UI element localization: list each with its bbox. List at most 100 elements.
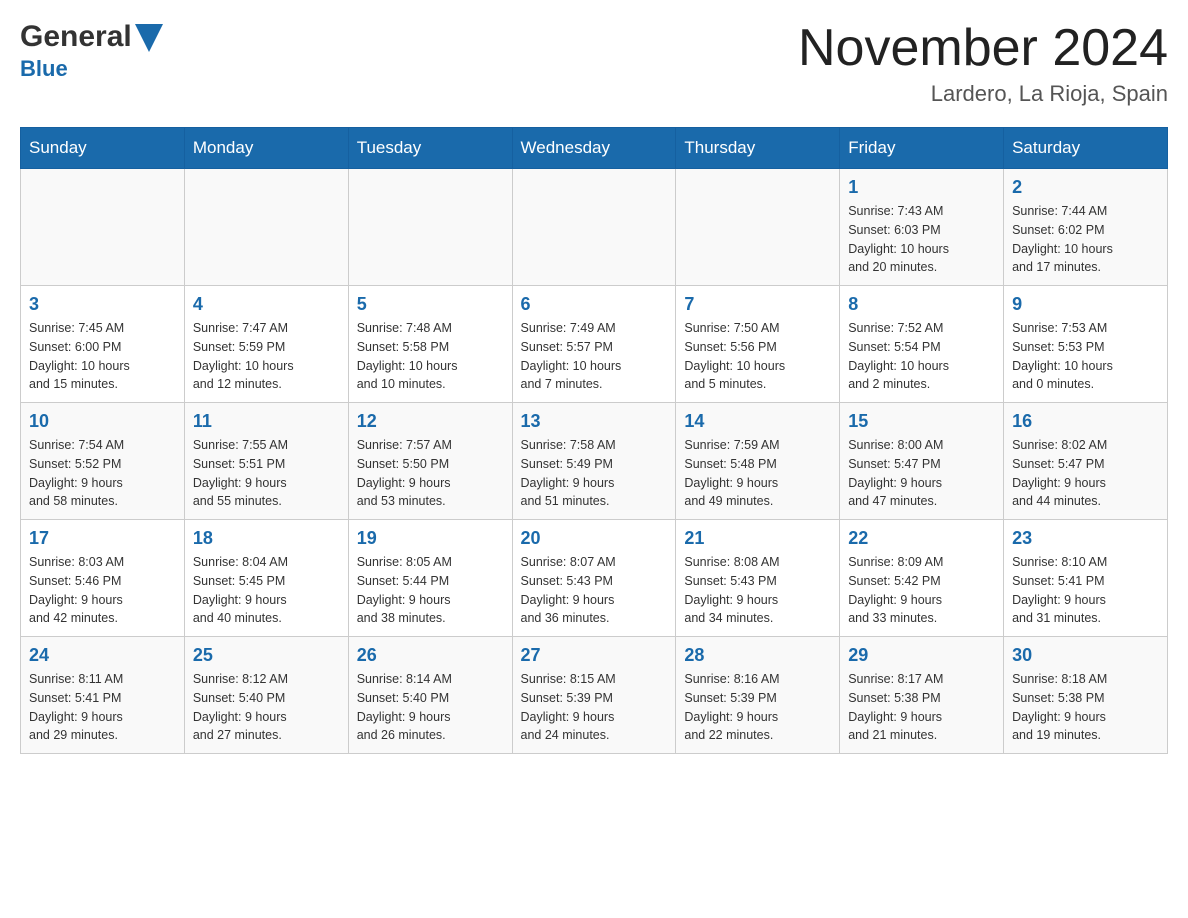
day-info: Sunrise: 8:17 AM Sunset: 5:38 PM Dayligh… bbox=[848, 670, 995, 745]
day-number: 19 bbox=[357, 528, 504, 549]
header-tuesday: Tuesday bbox=[348, 128, 512, 169]
day-info: Sunrise: 8:00 AM Sunset: 5:47 PM Dayligh… bbox=[848, 436, 995, 511]
day-info: Sunrise: 7:59 AM Sunset: 5:48 PM Dayligh… bbox=[684, 436, 831, 511]
calendar-day-cell: 2Sunrise: 7:44 AM Sunset: 6:02 PM Daylig… bbox=[1004, 169, 1168, 286]
day-number: 9 bbox=[1012, 294, 1159, 315]
calendar-day-cell: 13Sunrise: 7:58 AM Sunset: 5:49 PM Dayli… bbox=[512, 403, 676, 520]
calendar-day-cell: 5 Sunrise: 7:48 AM Sunset: 5:58 PM Daylig… bbox=[348, 286, 512, 403]
day-info: Sunrise: 8:14 AM Sunset: 5:40 PM Dayligh… bbox=[357, 670, 504, 745]
day-info: Sunrise: 8:09 AM Sunset: 5:42 PM Dayligh… bbox=[848, 553, 995, 628]
logo-blue-text: Blue bbox=[20, 56, 68, 82]
logo-general-text: General bbox=[20, 20, 132, 54]
day-info: Sunrise: 8:16 AM Sunset: 5:39 PM Dayligh… bbox=[684, 670, 831, 745]
calendar-week-row: 24 Sunrise: 8:11 AM Sunset: 5:41 PM Dayli… bbox=[21, 637, 1168, 754]
calendar-day-cell: 30Sunrise: 8:18 AM Sunset: 5:38 PM Dayli… bbox=[1004, 637, 1168, 754]
calendar-day-cell: 27Sunrise: 8:15 AM Sunset: 5:39 PM Dayli… bbox=[512, 637, 676, 754]
day-number: 28 bbox=[684, 645, 831, 666]
calendar-day-cell: 22 Sunrise: 8:09 AM Sunset: 5:42 PM Dayli… bbox=[840, 520, 1004, 637]
calendar-day-cell: 3Sunrise: 7:45 AM Sunset: 6:00 PM Daylig… bbox=[21, 286, 185, 403]
day-info: Sunrise: 8:12 AM Sunset: 5:40 PM Dayligh… bbox=[193, 670, 340, 745]
calendar-day-cell: 26 Sunrise: 8:14 AM Sunset: 5:40 PM Dayli… bbox=[348, 637, 512, 754]
logo-triangle-icon bbox=[135, 24, 163, 52]
title-section: November 2024 Lardero, La Rioja, Spain bbox=[798, 20, 1168, 107]
day-info: Sunrise: 8:08 AM Sunset: 5:43 PM Dayligh… bbox=[684, 553, 831, 628]
header-friday: Friday bbox=[840, 128, 1004, 169]
day-info: Sunrise: 7:54 AM Sunset: 5:52 PM Dayligh… bbox=[29, 436, 176, 511]
day-info: Sunrise: 8:18 AM Sunset: 5:38 PM Dayligh… bbox=[1012, 670, 1159, 745]
day-info: Sunrise: 7:50 AM Sunset: 5:56 PM Dayligh… bbox=[684, 319, 831, 394]
day-number: 5 bbox=[357, 294, 504, 315]
day-info: Sunrise: 8:15 AM Sunset: 5:39 PM Dayligh… bbox=[521, 670, 668, 745]
day-number: 10 bbox=[29, 411, 176, 432]
day-number: 14 bbox=[684, 411, 831, 432]
day-info: Sunrise: 7:55 AM Sunset: 5:51 PM Dayligh… bbox=[193, 436, 340, 511]
calendar-day-cell: 18 Sunrise: 8:04 AM Sunset: 5:45 PM Dayli… bbox=[184, 520, 348, 637]
calendar-day-cell bbox=[184, 169, 348, 286]
calendar-day-cell: 6 Sunrise: 7:49 AM Sunset: 5:57 PM Daylig… bbox=[512, 286, 676, 403]
day-number: 3 bbox=[29, 294, 176, 315]
day-info: Sunrise: 8:10 AM Sunset: 5:41 PM Dayligh… bbox=[1012, 553, 1159, 628]
calendar-day-cell: 24 Sunrise: 8:11 AM Sunset: 5:41 PM Dayli… bbox=[21, 637, 185, 754]
day-number: 25 bbox=[193, 645, 340, 666]
logo: General Blue bbox=[20, 20, 163, 82]
calendar-day-cell: 11 Sunrise: 7:55 AM Sunset: 5:51 PM Dayli… bbox=[184, 403, 348, 520]
day-number: 29 bbox=[848, 645, 995, 666]
calendar-day-cell bbox=[21, 169, 185, 286]
day-number: 18 bbox=[193, 528, 340, 549]
calendar-subtitle: Lardero, La Rioja, Spain bbox=[798, 81, 1168, 107]
header-saturday: Saturday bbox=[1004, 128, 1168, 169]
calendar-day-cell bbox=[676, 169, 840, 286]
calendar-day-cell: 9 Sunrise: 7:53 AM Sunset: 5:53 PM Daylig… bbox=[1004, 286, 1168, 403]
day-info: Sunrise: 7:52 AM Sunset: 5:54 PM Dayligh… bbox=[848, 319, 995, 394]
day-info: Sunrise: 8:11 AM Sunset: 5:41 PM Dayligh… bbox=[29, 670, 176, 745]
calendar-day-cell: 28 Sunrise: 8:16 AM Sunset: 5:39 PM Dayli… bbox=[676, 637, 840, 754]
day-info: Sunrise: 7:44 AM Sunset: 6:02 PM Dayligh… bbox=[1012, 202, 1159, 277]
calendar-week-row: 3Sunrise: 7:45 AM Sunset: 6:00 PM Daylig… bbox=[21, 286, 1168, 403]
header-monday: Monday bbox=[184, 128, 348, 169]
day-number: 12 bbox=[357, 411, 504, 432]
day-info: Sunrise: 8:05 AM Sunset: 5:44 PM Dayligh… bbox=[357, 553, 504, 628]
day-info: Sunrise: 8:02 AM Sunset: 5:47 PM Dayligh… bbox=[1012, 436, 1159, 511]
header-wednesday: Wednesday bbox=[512, 128, 676, 169]
calendar-day-cell: 23 Sunrise: 8:10 AM Sunset: 5:41 PM Dayli… bbox=[1004, 520, 1168, 637]
header-sunday: Sunday bbox=[21, 128, 185, 169]
day-info: Sunrise: 7:43 AM Sunset: 6:03 PM Dayligh… bbox=[848, 202, 995, 277]
calendar-day-cell: 20Sunrise: 8:07 AM Sunset: 5:43 PM Dayli… bbox=[512, 520, 676, 637]
page-header: General Blue November 2024 Lardero, La R… bbox=[20, 20, 1168, 107]
day-number: 24 bbox=[29, 645, 176, 666]
calendar-day-cell: 1Sunrise: 7:43 AM Sunset: 6:03 PM Daylig… bbox=[840, 169, 1004, 286]
day-info: Sunrise: 8:04 AM Sunset: 5:45 PM Dayligh… bbox=[193, 553, 340, 628]
calendar-day-cell: 21 Sunrise: 8:08 AM Sunset: 5:43 PM Dayli… bbox=[676, 520, 840, 637]
calendar-week-row: 10 Sunrise: 7:54 AM Sunset: 5:52 PM Dayli… bbox=[21, 403, 1168, 520]
day-number: 6 bbox=[521, 294, 668, 315]
day-number: 7 bbox=[684, 294, 831, 315]
calendar-day-cell: 14 Sunrise: 7:59 AM Sunset: 5:48 PM Dayli… bbox=[676, 403, 840, 520]
calendar-table: Sunday Monday Tuesday Wednesday Thursday… bbox=[20, 127, 1168, 754]
day-info: Sunrise: 7:49 AM Sunset: 5:57 PM Dayligh… bbox=[521, 319, 668, 394]
calendar-day-cell: 17 Sunrise: 8:03 AM Sunset: 5:46 PM Dayli… bbox=[21, 520, 185, 637]
calendar-day-cell: 12Sunrise: 7:57 AM Sunset: 5:50 PM Dayli… bbox=[348, 403, 512, 520]
calendar-day-cell bbox=[348, 169, 512, 286]
calendar-day-cell: 29 Sunrise: 8:17 AM Sunset: 5:38 PM Dayli… bbox=[840, 637, 1004, 754]
day-number: 4 bbox=[193, 294, 340, 315]
day-number: 26 bbox=[357, 645, 504, 666]
calendar-day-cell: 16Sunrise: 8:02 AM Sunset: 5:47 PM Dayli… bbox=[1004, 403, 1168, 520]
day-info: Sunrise: 7:48 AM Sunset: 5:58 PM Dayligh… bbox=[357, 319, 504, 394]
calendar-day-cell: 8Sunrise: 7:52 AM Sunset: 5:54 PM Daylig… bbox=[840, 286, 1004, 403]
day-number: 21 bbox=[684, 528, 831, 549]
calendar-title: November 2024 bbox=[798, 20, 1168, 77]
day-info: Sunrise: 7:58 AM Sunset: 5:49 PM Dayligh… bbox=[521, 436, 668, 511]
day-info: Sunrise: 8:03 AM Sunset: 5:46 PM Dayligh… bbox=[29, 553, 176, 628]
day-number: 22 bbox=[848, 528, 995, 549]
calendar-day-cell: 4Sunrise: 7:47 AM Sunset: 5:59 PM Daylig… bbox=[184, 286, 348, 403]
calendar-day-cell: 7 Sunrise: 7:50 AM Sunset: 5:56 PM Daylig… bbox=[676, 286, 840, 403]
day-info: Sunrise: 7:53 AM Sunset: 5:53 PM Dayligh… bbox=[1012, 319, 1159, 394]
day-info: Sunrise: 8:07 AM Sunset: 5:43 PM Dayligh… bbox=[521, 553, 668, 628]
calendar-day-cell: 10 Sunrise: 7:54 AM Sunset: 5:52 PM Dayli… bbox=[21, 403, 185, 520]
day-number: 17 bbox=[29, 528, 176, 549]
calendar-day-cell: 25 Sunrise: 8:12 AM Sunset: 5:40 PM Dayli… bbox=[184, 637, 348, 754]
calendar-day-cell: 15Sunrise: 8:00 AM Sunset: 5:47 PM Dayli… bbox=[840, 403, 1004, 520]
calendar-header-row: Sunday Monday Tuesday Wednesday Thursday… bbox=[21, 128, 1168, 169]
day-number: 23 bbox=[1012, 528, 1159, 549]
day-number: 11 bbox=[193, 411, 340, 432]
